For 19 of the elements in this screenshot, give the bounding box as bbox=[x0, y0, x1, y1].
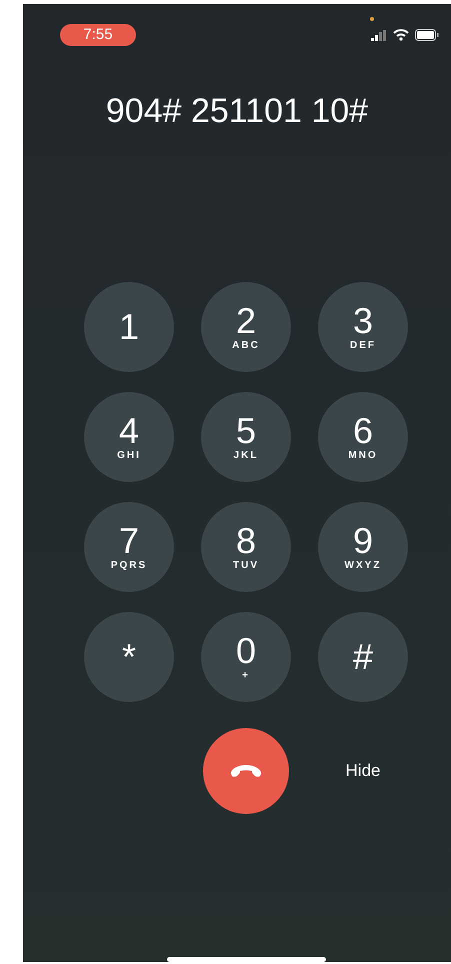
keypad-key[interactable]: 7 PQRS bbox=[84, 502, 174, 592]
keypad-key[interactable]: 5 JKL bbox=[201, 392, 291, 482]
battery-icon bbox=[415, 29, 439, 41]
keypad-key[interactable]: 6 MNO bbox=[318, 392, 408, 482]
phone-icon bbox=[229, 764, 263, 778]
keypad-key[interactable]: # bbox=[318, 612, 408, 702]
time-pill[interactable]: 7:55 bbox=[60, 24, 136, 46]
keypad-key[interactable]: 9 WXYZ bbox=[318, 502, 408, 592]
signal-icon bbox=[371, 30, 387, 40]
wifi-icon bbox=[393, 29, 409, 41]
keypad-key[interactable]: 2 ABC bbox=[201, 282, 291, 372]
keypad-key[interactable]: * bbox=[84, 612, 174, 702]
keypad-key[interactable]: 3 DEF bbox=[318, 282, 408, 372]
keypad-key[interactable]: 0 + bbox=[201, 612, 291, 702]
keypad-key[interactable]: 4 GHI bbox=[84, 392, 174, 482]
hide-button[interactable]: Hide bbox=[346, 758, 380, 784]
dialed-number: 904# 251101 10# bbox=[106, 94, 368, 128]
keypad-key[interactable]: 8 TUV bbox=[201, 502, 291, 592]
keypad-key[interactable]: 1 bbox=[84, 282, 174, 372]
